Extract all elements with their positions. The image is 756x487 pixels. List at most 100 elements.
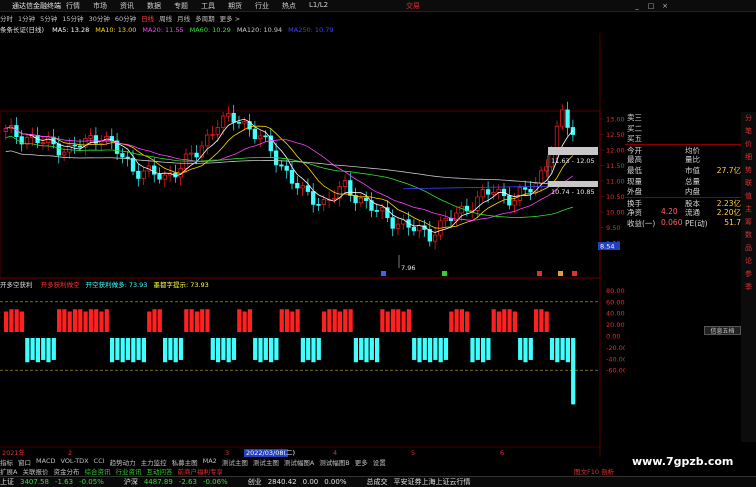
bullish-bar — [284, 309, 290, 332]
status-item-2: -1.63 — [54, 478, 74, 486]
indicator-tab-2[interactable]: MACD — [36, 457, 55, 466]
timeframe-7[interactable]: 周线 — [159, 13, 172, 23]
menu-item-1[interactable]: 市场 — [93, 1, 107, 11]
bullish-bar — [189, 309, 194, 332]
range-box-1 — [548, 147, 598, 155]
timeframe-1[interactable]: 1分钟 — [18, 13, 35, 23]
maximize-icon[interactable]: □ — [644, 0, 658, 12]
sidebar-item-11[interactable]: 论 — [741, 255, 756, 268]
indicator-tab-11[interactable]: 测试幅图A — [284, 457, 314, 467]
event-marker[interactable] — [572, 271, 577, 276]
event-marker[interactable] — [537, 271, 542, 276]
info-tab-1[interactable]: 关联报价 — [22, 466, 48, 476]
indicator-axis-label: 40.00 — [606, 310, 625, 318]
right-sidebar: 分笔价细势联值主筹数品论参季 — [741, 112, 756, 442]
indicator-tab-9[interactable]: 测试主图 — [222, 457, 248, 467]
info-tab-4[interactable]: 行业资讯 — [115, 466, 141, 476]
menu-item-5[interactable]: 工具 — [201, 1, 215, 11]
price-chart[interactable]: 13.0012.5012.0011.5011.0010.5010.009.509… — [0, 33, 625, 457]
status-item-1: 3407.58 — [20, 478, 49, 486]
menu-item-3[interactable]: 数据 — [147, 1, 161, 11]
info-tab-2[interactable]: 资金分布 — [53, 466, 79, 476]
indicator-tab-13[interactable]: 更多 — [355, 457, 368, 467]
sidebar-item-12[interactable]: 参 — [741, 268, 756, 281]
info-tab-6[interactable]: 前商户福利专享 — [177, 466, 223, 476]
bullish-bar — [152, 309, 157, 332]
info-tab-5[interactable]: 互动问答 — [146, 466, 172, 476]
indicator-tab-5[interactable]: 趋势动力 — [110, 457, 136, 467]
indicator-tab-4[interactable]: CCI — [94, 457, 105, 466]
indicator-tab-7[interactable]: 私募主图 — [172, 457, 198, 467]
indicator-tab-0[interactable]: 指标 — [0, 457, 13, 467]
bearish-bar — [364, 338, 369, 363]
menu-item-9[interactable]: L1/L2 — [309, 1, 328, 11]
menu-item-2[interactable]: 资讯 — [120, 1, 134, 11]
sidebar-item-10[interactable]: 品 — [741, 242, 756, 255]
sidebar-item-4[interactable]: 势 — [741, 164, 756, 177]
sidebar-item-13[interactable]: 季 — [741, 281, 756, 294]
minimize-icon[interactable]: _ — [630, 0, 644, 12]
sidebar-item-3[interactable]: 细 — [741, 151, 756, 164]
bearish-bar — [555, 338, 560, 363]
candle-body — [130, 157, 136, 172]
five-level-tab[interactable]: 信息五档 — [704, 326, 741, 335]
menu-item-4[interactable]: 专题 — [174, 1, 188, 11]
bullish-bar — [205, 309, 210, 332]
sidebar-item-9[interactable]: 数 — [741, 229, 756, 242]
sidebar-item-8[interactable]: 筹 — [741, 216, 756, 229]
timeframe-4[interactable]: 30分钟 — [89, 13, 110, 23]
timeframe-2[interactable]: 5分钟 — [40, 13, 57, 23]
bullish-bar — [385, 311, 390, 332]
bearish-bar — [316, 338, 321, 360]
sidebar-item-5[interactable]: 联 — [741, 177, 756, 190]
indicator-tab-8[interactable]: MA2 — [203, 457, 217, 466]
quote-label: 最高 — [627, 155, 642, 165]
bearish-bar — [470, 338, 475, 363]
indicator-tab-12[interactable]: 测试幅图B — [319, 457, 349, 467]
sidebar-item-2[interactable]: 价 — [741, 138, 756, 151]
indicator-tab-3[interactable]: VOL-TDX — [60, 457, 88, 466]
last-price-value: 8.54 — [600, 243, 614, 251]
timeframe-10[interactable]: 更多 > — [220, 13, 241, 23]
menu-item-0[interactable]: 行情 — [66, 1, 80, 11]
indicator-tab-14[interactable]: 设置 — [373, 457, 386, 467]
quote-label: 卖三 — [627, 113, 642, 122]
trading-app: 通达信金融终端 行情 市场 资讯 数据 专题 工具 期货 行业 热点 L1/L2 交易 _ □ × 分… — [0, 0, 756, 487]
indicator-tab-10[interactable]: 测试主图 — [253, 457, 279, 467]
sidebar-item-1[interactable]: 笔 — [741, 125, 756, 138]
candle-body — [538, 170, 544, 184]
candle-body — [125, 156, 130, 159]
quote-row: 买五 — [625, 133, 743, 144]
timeframe-0[interactable]: 分时 — [0, 13, 13, 23]
timeframe-8[interactable]: 月线 — [177, 13, 190, 23]
indicator-tab-6[interactable]: 主力监控 — [141, 457, 167, 467]
bullish-bar — [157, 309, 162, 332]
menu-item-7[interactable]: 行业 — [255, 1, 269, 11]
info-tab-0[interactable]: 扩展A — [0, 466, 17, 476]
bullish-bar — [454, 309, 459, 332]
sidebar-item-6[interactable]: 值 — [741, 190, 756, 203]
info-tab-3[interactable]: 综合资讯 — [84, 466, 110, 476]
candle-body — [231, 112, 236, 123]
timeframe-9[interactable]: 多周期 — [195, 13, 215, 23]
timeframe-3[interactable]: 15分钟 — [62, 13, 83, 23]
sidebar-item-7[interactable]: 主 — [741, 203, 756, 216]
event-marker[interactable] — [381, 271, 386, 276]
close-icon[interactable]: × — [658, 0, 672, 12]
candle-body — [3, 127, 8, 132]
menu-item-6[interactable]: 期货 — [228, 1, 242, 11]
candle-body — [67, 144, 72, 153]
quote-label-2: 量比 — [685, 155, 700, 165]
menu-item-8[interactable]: 热点 — [282, 1, 296, 11]
bearish-bar — [231, 338, 237, 360]
bearish-bar — [438, 338, 443, 363]
timeframe-6[interactable]: 日线 — [141, 13, 154, 23]
event-marker[interactable] — [442, 271, 447, 276]
sidebar-item-0[interactable]: 分 — [741, 112, 756, 125]
indicator-tab-1[interactable]: 窗口 — [18, 457, 31, 467]
candle-body — [284, 165, 289, 171]
f10-link[interactable]: 图文F10 剖析 — [574, 466, 614, 476]
trade-menu[interactable]: 交易 — [406, 1, 420, 11]
timeframe-5[interactable]: 60分钟 — [115, 13, 136, 23]
event-marker[interactable] — [558, 271, 563, 276]
